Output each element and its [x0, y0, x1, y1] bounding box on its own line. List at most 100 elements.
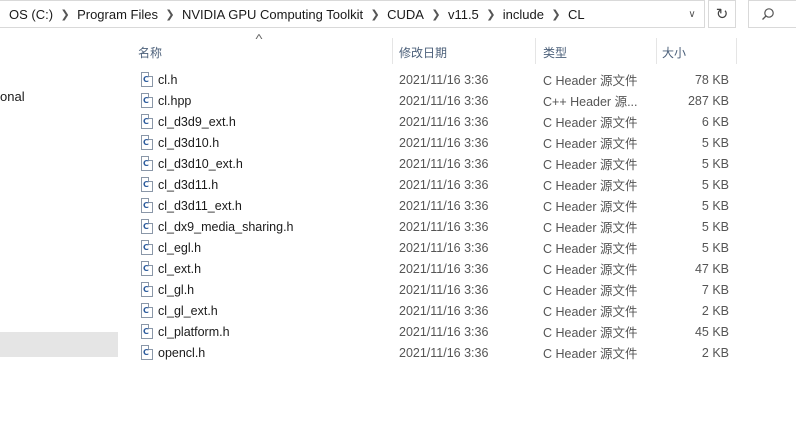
file-size: 78 KB [694, 72, 729, 87]
breadcrumb-nvidia-toolkit[interactable]: NVIDIA GPU Computing Toolkit [181, 7, 364, 22]
file-date: 2021/11/16 3:36 [399, 240, 489, 255]
file-date: 2021/11/16 3:36 [399, 72, 489, 87]
address-bar[interactable]: OS (C:) ❯ Program Files ❯ NVIDIA GPU Com… [0, 0, 705, 28]
file-type: C Header 源文件 [543, 305, 638, 319]
file-size: 45 KB [694, 324, 729, 339]
file-type: C Header 源文件 [543, 347, 638, 361]
file-type: C Header 源文件 [543, 284, 638, 298]
breadcrumb-chevron-icon[interactable]: ❯ [54, 8, 76, 21]
breadcrumb-cl[interactable]: CL [567, 7, 586, 22]
file-date: 2021/11/16 3:36 [399, 93, 489, 108]
breadcrumb-chevron-icon[interactable]: ❯ [545, 8, 567, 21]
nav-item-partial[interactable]: onal [0, 89, 25, 104]
file-row[interactable]: C cl.h 2021/11/16 3:36 C Header 源文件 78 K… [136, 69, 736, 90]
c-header-file-icon: C [141, 240, 153, 255]
file-date: 2021/11/16 3:36 [399, 345, 489, 360]
c-header-file-icon: C [141, 282, 153, 297]
file-row[interactable]: C cl_d3d10_ext.h 2021/11/16 3:36 C Heade… [136, 153, 736, 174]
column-header-type[interactable]: 类型 [543, 40, 653, 64]
file-type: C Header 源文件 [543, 179, 638, 193]
file-name: cl_gl_ext.h [158, 303, 218, 318]
file-date: 2021/11/16 3:36 [399, 114, 489, 129]
file-size: 6 KB [701, 114, 729, 129]
file-name: cl_d3d11.h [158, 177, 219, 192]
file-size: 5 KB [701, 240, 729, 255]
file-type: C Header 源文件 [543, 221, 638, 235]
file-size: 5 KB [701, 135, 729, 150]
breadcrumb-os-c[interactable]: OS (C:) [8, 7, 54, 22]
search-input[interactable] [748, 0, 796, 28]
column-header-size-label: 大小 [662, 45, 687, 60]
file-type: C Header 源文件 [543, 137, 638, 151]
c-header-file-icon: C [141, 135, 153, 150]
navigation-pane: onal [0, 29, 118, 432]
column-header-name[interactable]: 名称 [138, 40, 390, 64]
file-name: cl.h [158, 72, 178, 87]
breadcrumb-chevron-icon[interactable]: ❯ [159, 8, 181, 21]
file-size: 5 KB [701, 198, 729, 213]
file-date: 2021/11/16 3:36 [399, 324, 489, 339]
file-name: cl_d3d10_ext.h [158, 156, 243, 171]
file-size: 2 KB [701, 345, 729, 360]
file-row[interactable]: C cl.hpp 2021/11/16 3:36 C++ Header 源...… [136, 90, 736, 111]
file-row[interactable]: C cl_platform.h 2021/11/16 3:36 C Header… [136, 321, 736, 342]
file-row[interactable]: C cl_gl.h 2021/11/16 3:36 C Header 源文件 7… [136, 279, 736, 300]
column-header-size[interactable]: 大小 [662, 40, 734, 64]
file-type: C Header 源文件 [543, 158, 638, 172]
breadcrumb-v11-5[interactable]: v11.5 [447, 7, 480, 22]
column-divider[interactable] [656, 38, 657, 64]
column-header-date-label: 修改日期 [399, 45, 448, 60]
file-row[interactable]: C cl_d3d10.h 2021/11/16 3:36 C Header 源文… [136, 132, 736, 153]
c-header-file-icon: C [141, 303, 153, 318]
file-row[interactable]: C cl_dx9_media_sharing.h 2021/11/16 3:36… [136, 216, 736, 237]
column-header-name-label: 名称 [138, 45, 163, 60]
file-name: cl_d3d9_ext.h [158, 114, 236, 129]
file-name: cl_gl.h [158, 282, 195, 297]
file-row[interactable]: C cl_d3d11.h 2021/11/16 3:36 C Header 源文… [136, 174, 736, 195]
search-icon [762, 8, 774, 20]
file-row[interactable]: C cl_d3d11_ext.h 2021/11/16 3:36 C Heade… [136, 195, 736, 216]
file-size: 2 KB [701, 303, 729, 318]
file-date: 2021/11/16 3:36 [399, 156, 489, 171]
file-size: 5 KB [701, 219, 729, 234]
file-date: 2021/11/16 3:36 [399, 303, 489, 318]
file-type: C Header 源文件 [543, 200, 638, 214]
breadcrumb-include[interactable]: include [502, 7, 545, 22]
column-divider[interactable] [736, 38, 737, 64]
column-divider[interactable] [392, 38, 393, 64]
breadcrumb: OS (C:) ❯ Program Files ❯ NVIDIA GPU Com… [0, 1, 586, 27]
file-name: cl_d3d11_ext.h [158, 198, 242, 213]
file-date: 2021/11/16 3:36 [399, 198, 489, 213]
file-row[interactable]: C cl_d3d9_ext.h 2021/11/16 3:36 C Header… [136, 111, 736, 132]
file-row[interactable]: C cl_ext.h 2021/11/16 3:36 C Header 源文件 … [136, 258, 736, 279]
file-row[interactable]: C cl_egl.h 2021/11/16 3:36 C Header 源文件 … [136, 237, 736, 258]
c-header-file-icon: C [141, 324, 153, 339]
file-name: cl_d3d10.h [158, 135, 220, 150]
c-header-file-icon: C [141, 114, 153, 129]
refresh-icon: ↻ [715, 6, 729, 23]
c-header-file-icon: C [141, 198, 153, 213]
c-header-file-icon: C [141, 345, 153, 360]
file-date: 2021/11/16 3:36 [399, 282, 489, 297]
file-name: cl_ext.h [158, 261, 202, 276]
nav-item-selected[interactable] [0, 332, 118, 357]
address-history-chevron-down-icon[interactable]: ∨ [680, 1, 704, 27]
file-row[interactable]: C cl_gl_ext.h 2021/11/16 3:36 C Header 源… [136, 300, 736, 321]
breadcrumb-chevron-icon[interactable]: ❯ [364, 8, 386, 21]
file-size: 7 KB [701, 282, 729, 297]
file-type: C Header 源文件 [543, 263, 638, 277]
file-name: opencl.h [158, 345, 206, 360]
column-header-type-label: 类型 [543, 45, 568, 60]
breadcrumb-chevron-icon[interactable]: ❯ [480, 8, 502, 21]
file-type: C++ Header 源... [543, 95, 638, 109]
breadcrumb-cuda[interactable]: CUDA [386, 7, 425, 22]
c-header-file-icon: C [141, 156, 153, 171]
column-divider[interactable] [535, 38, 536, 64]
breadcrumb-program-files[interactable]: Program Files [76, 7, 159, 22]
file-date: 2021/11/16 3:36 [399, 261, 489, 276]
column-header-date[interactable]: 修改日期 [399, 40, 531, 64]
file-name: cl_dx9_media_sharing.h [158, 219, 294, 234]
breadcrumb-chevron-icon[interactable]: ❯ [425, 8, 447, 21]
file-row[interactable]: C opencl.h 2021/11/16 3:36 C Header 源文件 … [136, 342, 736, 363]
refresh-button[interactable]: ↻ [708, 0, 736, 28]
